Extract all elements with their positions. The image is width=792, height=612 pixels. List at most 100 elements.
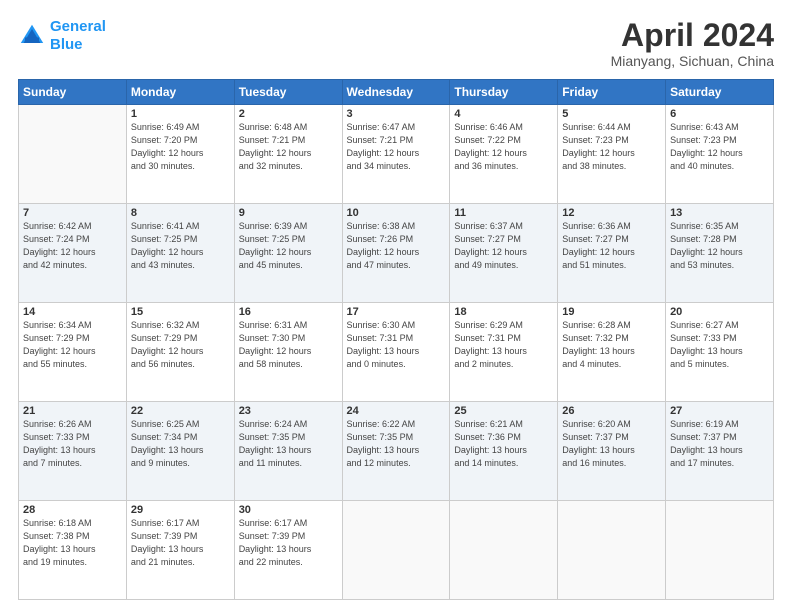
day-info: Sunrise: 6:32 AMSunset: 7:29 PMDaylight:…: [131, 319, 230, 371]
calendar-cell: 30Sunrise: 6:17 AMSunset: 7:39 PMDayligh…: [234, 501, 342, 600]
day-number: 30: [239, 504, 338, 516]
day-number: 11: [454, 207, 553, 219]
day-number: 19: [562, 306, 661, 318]
logo-icon: [18, 22, 46, 50]
calendar-cell: 2Sunrise: 6:48 AMSunset: 7:21 PMDaylight…: [234, 105, 342, 204]
day-info: Sunrise: 6:17 AMSunset: 7:39 PMDaylight:…: [131, 517, 230, 569]
day-number: 15: [131, 306, 230, 318]
day-number: 3: [347, 108, 446, 120]
day-number: 24: [347, 405, 446, 417]
day-number: 16: [239, 306, 338, 318]
calendar-cell: 8Sunrise: 6:41 AMSunset: 7:25 PMDaylight…: [126, 204, 234, 303]
day-number: 8: [131, 207, 230, 219]
calendar-cell: [666, 501, 774, 600]
calendar-cell: [558, 501, 666, 600]
day-number: 9: [239, 207, 338, 219]
day-number: 21: [23, 405, 122, 417]
day-info: Sunrise: 6:30 AMSunset: 7:31 PMDaylight:…: [347, 319, 446, 371]
calendar-cell: 16Sunrise: 6:31 AMSunset: 7:30 PMDayligh…: [234, 303, 342, 402]
calendar-cell: 12Sunrise: 6:36 AMSunset: 7:27 PMDayligh…: [558, 204, 666, 303]
day-number: 29: [131, 504, 230, 516]
calendar-cell: 23Sunrise: 6:24 AMSunset: 7:35 PMDayligh…: [234, 402, 342, 501]
col-header-thursday: Thursday: [450, 80, 558, 105]
calendar-cell: 10Sunrise: 6:38 AMSunset: 7:26 PMDayligh…: [342, 204, 450, 303]
day-number: 23: [239, 405, 338, 417]
day-info: Sunrise: 6:17 AMSunset: 7:39 PMDaylight:…: [239, 517, 338, 569]
col-header-wednesday: Wednesday: [342, 80, 450, 105]
day-number: 6: [670, 108, 769, 120]
day-info: Sunrise: 6:49 AMSunset: 7:20 PMDaylight:…: [131, 121, 230, 173]
calendar-cell: 20Sunrise: 6:27 AMSunset: 7:33 PMDayligh…: [666, 303, 774, 402]
day-info: Sunrise: 6:37 AMSunset: 7:27 PMDaylight:…: [454, 220, 553, 272]
day-info: Sunrise: 6:43 AMSunset: 7:23 PMDaylight:…: [670, 121, 769, 173]
day-info: Sunrise: 6:18 AMSunset: 7:38 PMDaylight:…: [23, 517, 122, 569]
calendar-cell: 29Sunrise: 6:17 AMSunset: 7:39 PMDayligh…: [126, 501, 234, 600]
calendar-cell: 13Sunrise: 6:35 AMSunset: 7:28 PMDayligh…: [666, 204, 774, 303]
day-info: Sunrise: 6:39 AMSunset: 7:25 PMDaylight:…: [239, 220, 338, 272]
calendar-cell: 14Sunrise: 6:34 AMSunset: 7:29 PMDayligh…: [19, 303, 127, 402]
day-info: Sunrise: 6:28 AMSunset: 7:32 PMDaylight:…: [562, 319, 661, 371]
calendar-cell: 21Sunrise: 6:26 AMSunset: 7:33 PMDayligh…: [19, 402, 127, 501]
day-number: 25: [454, 405, 553, 417]
calendar-cell: 9Sunrise: 6:39 AMSunset: 7:25 PMDaylight…: [234, 204, 342, 303]
logo-line1: General: [50, 18, 106, 35]
day-info: Sunrise: 6:36 AMSunset: 7:27 PMDaylight:…: [562, 220, 661, 272]
calendar-cell: 22Sunrise: 6:25 AMSunset: 7:34 PMDayligh…: [126, 402, 234, 501]
calendar-cell: 19Sunrise: 6:28 AMSunset: 7:32 PMDayligh…: [558, 303, 666, 402]
logo-line2: Blue: [50, 36, 83, 53]
col-header-monday: Monday: [126, 80, 234, 105]
day-info: Sunrise: 6:26 AMSunset: 7:33 PMDaylight:…: [23, 418, 122, 470]
day-number: 2: [239, 108, 338, 120]
day-number: 17: [347, 306, 446, 318]
day-number: 22: [131, 405, 230, 417]
day-info: Sunrise: 6:20 AMSunset: 7:37 PMDaylight:…: [562, 418, 661, 470]
location: Mianyang, Sichuan, China: [611, 53, 774, 69]
day-number: 10: [347, 207, 446, 219]
day-info: Sunrise: 6:31 AMSunset: 7:30 PMDaylight:…: [239, 319, 338, 371]
calendar-cell: [450, 501, 558, 600]
day-info: Sunrise: 6:42 AMSunset: 7:24 PMDaylight:…: [23, 220, 122, 272]
calendar-cell: 26Sunrise: 6:20 AMSunset: 7:37 PMDayligh…: [558, 402, 666, 501]
day-info: Sunrise: 6:38 AMSunset: 7:26 PMDaylight:…: [347, 220, 446, 272]
col-header-friday: Friday: [558, 80, 666, 105]
header: General Blue April 2024 Mianyang, Sichua…: [18, 18, 774, 69]
day-info: Sunrise: 6:21 AMSunset: 7:36 PMDaylight:…: [454, 418, 553, 470]
day-number: 1: [131, 108, 230, 120]
calendar-cell: 4Sunrise: 6:46 AMSunset: 7:22 PMDaylight…: [450, 105, 558, 204]
day-number: 20: [670, 306, 769, 318]
day-number: 4: [454, 108, 553, 120]
calendar-cell: 11Sunrise: 6:37 AMSunset: 7:27 PMDayligh…: [450, 204, 558, 303]
day-info: Sunrise: 6:41 AMSunset: 7:25 PMDaylight:…: [131, 220, 230, 272]
month-title: April 2024: [611, 18, 774, 53]
col-header-tuesday: Tuesday: [234, 80, 342, 105]
calendar-cell: 3Sunrise: 6:47 AMSunset: 7:21 PMDaylight…: [342, 105, 450, 204]
day-info: Sunrise: 6:27 AMSunset: 7:33 PMDaylight:…: [670, 319, 769, 371]
day-info: Sunrise: 6:24 AMSunset: 7:35 PMDaylight:…: [239, 418, 338, 470]
day-info: Sunrise: 6:48 AMSunset: 7:21 PMDaylight:…: [239, 121, 338, 173]
calendar-cell: 1Sunrise: 6:49 AMSunset: 7:20 PMDaylight…: [126, 105, 234, 204]
day-info: Sunrise: 6:47 AMSunset: 7:21 PMDaylight:…: [347, 121, 446, 173]
day-info: Sunrise: 6:44 AMSunset: 7:23 PMDaylight:…: [562, 121, 661, 173]
day-number: 12: [562, 207, 661, 219]
calendar-cell: 7Sunrise: 6:42 AMSunset: 7:24 PMDaylight…: [19, 204, 127, 303]
day-info: Sunrise: 6:34 AMSunset: 7:29 PMDaylight:…: [23, 319, 122, 371]
day-info: Sunrise: 6:35 AMSunset: 7:28 PMDaylight:…: [670, 220, 769, 272]
day-info: Sunrise: 6:29 AMSunset: 7:31 PMDaylight:…: [454, 319, 553, 371]
calendar-cell: 24Sunrise: 6:22 AMSunset: 7:35 PMDayligh…: [342, 402, 450, 501]
day-number: 7: [23, 207, 122, 219]
logo-text: General Blue: [50, 18, 106, 54]
day-number: 27: [670, 405, 769, 417]
calendar-cell: [342, 501, 450, 600]
day-number: 14: [23, 306, 122, 318]
calendar-table: SundayMondayTuesdayWednesdayThursdayFrid…: [18, 79, 774, 600]
day-info: Sunrise: 6:19 AMSunset: 7:37 PMDaylight:…: [670, 418, 769, 470]
calendar-cell: 27Sunrise: 6:19 AMSunset: 7:37 PMDayligh…: [666, 402, 774, 501]
calendar-cell: 18Sunrise: 6:29 AMSunset: 7:31 PMDayligh…: [450, 303, 558, 402]
calendar-cell: 28Sunrise: 6:18 AMSunset: 7:38 PMDayligh…: [19, 501, 127, 600]
col-header-saturday: Saturday: [666, 80, 774, 105]
day-info: Sunrise: 6:22 AMSunset: 7:35 PMDaylight:…: [347, 418, 446, 470]
day-number: 13: [670, 207, 769, 219]
title-block: April 2024 Mianyang, Sichuan, China: [611, 18, 774, 69]
col-header-sunday: Sunday: [19, 80, 127, 105]
day-info: Sunrise: 6:25 AMSunset: 7:34 PMDaylight:…: [131, 418, 230, 470]
